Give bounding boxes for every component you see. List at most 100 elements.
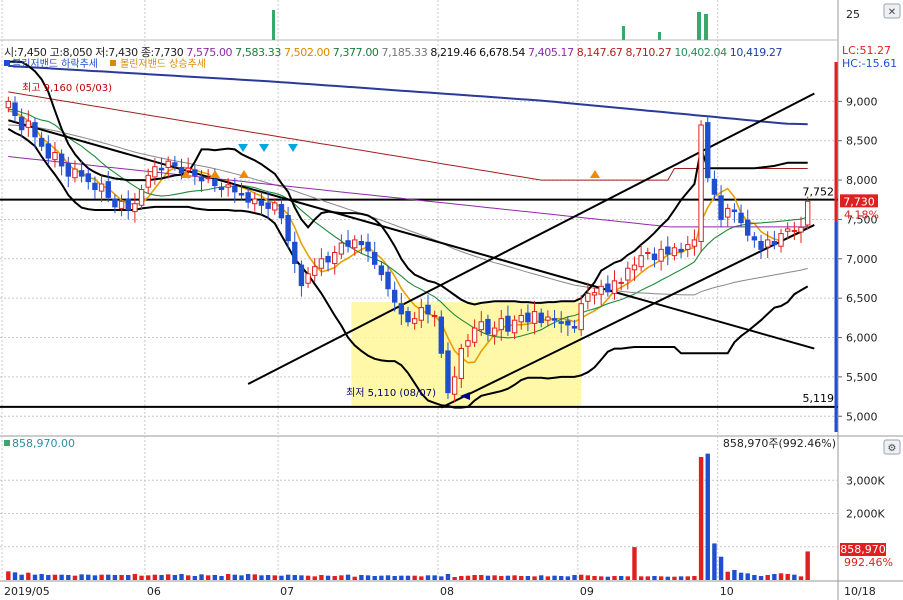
candle-body — [538, 312, 544, 324]
indicator-bar — [272, 10, 275, 40]
volume-bar — [705, 453, 710, 580]
candle-body — [485, 318, 491, 335]
volume-bar — [52, 574, 58, 580]
candle-body — [198, 176, 205, 182]
candle-body — [451, 376, 458, 395]
candle-body — [192, 169, 198, 176]
volume-bar — [572, 575, 577, 580]
volume-bar — [19, 574, 24, 580]
candle-body — [658, 248, 664, 262]
low-annotation: 최저 5,110 (08/07) — [346, 387, 436, 399]
settings-icon-glyph[interactable]: ⚙ — [888, 443, 897, 454]
ohlc-value: 8,147.67 — [576, 46, 623, 59]
volume-bar — [126, 575, 131, 580]
volume-bar — [425, 575, 431, 580]
support-label: 5,119 — [803, 392, 835, 405]
date-tick-label: 10 — [720, 585, 734, 598]
candle-body — [771, 240, 778, 246]
candle-body — [558, 321, 564, 324]
ohlc-readout: 시:7,450 고:8,050 저:7,430 종:7,730 7,575.00 7… — [4, 44, 785, 60]
date-tick-label: 10/18 — [844, 585, 876, 598]
volume-bar — [312, 576, 317, 580]
ohlc-value: 7,185.33 — [381, 46, 428, 59]
candle-body — [298, 264, 305, 287]
volume-bar — [452, 577, 457, 580]
stock-chart: 2019/05 06 07 08 09 10 10/18 5,000 5,500 6,000 6,5… — [0, 0, 903, 600]
ohlc-value: 7,405.17 — [527, 46, 574, 59]
close-icon-glyph[interactable]: ✕ — [888, 7, 896, 18]
candle-body — [45, 143, 51, 159]
volume-bar — [499, 576, 504, 580]
volume-bar — [445, 574, 451, 580]
candle-body — [145, 174, 151, 188]
price-tick-label: 5,500 — [846, 371, 878, 384]
volume-bar — [725, 571, 730, 580]
volume-tick-label: 2,000K — [846, 508, 885, 521]
volume-bar — [99, 574, 104, 580]
candle-body — [305, 273, 311, 284]
indicator-bar — [658, 32, 661, 40]
volume-bar — [12, 572, 18, 580]
candle-body — [345, 240, 351, 247]
candle-body — [245, 192, 251, 203]
candle-body — [218, 186, 225, 191]
candle-body — [391, 289, 398, 303]
volume-bar — [132, 574, 138, 580]
volume-bar — [685, 576, 690, 580]
candle-body — [32, 122, 38, 138]
candle-body — [758, 240, 764, 250]
candle-body — [38, 137, 45, 147]
volume-bar — [285, 574, 291, 580]
volume-bar — [252, 574, 257, 580]
candle-body — [85, 173, 91, 183]
price-tick-label: 6,500 — [846, 292, 878, 305]
candle-body — [725, 207, 731, 218]
volume-bar — [219, 576, 224, 580]
candle-body — [518, 314, 524, 323]
volume-bar — [778, 573, 784, 580]
candle-body — [318, 258, 325, 269]
volume-bar — [672, 576, 677, 580]
volume-bar — [26, 572, 31, 580]
volume-bar — [718, 556, 724, 580]
ohlc-value: 8,710.27 — [625, 46, 672, 59]
volume-bar — [92, 575, 98, 580]
ohlc-value: 7,575.00 — [186, 46, 233, 59]
ohlc-value: 7,377.00 — [332, 46, 379, 59]
volume-bar — [772, 574, 777, 580]
volume-bar — [292, 575, 297, 580]
candle-body — [425, 304, 431, 315]
candle-body — [125, 198, 131, 211]
volume-bar — [372, 576, 377, 580]
candle-body — [238, 192, 245, 196]
candle-body — [278, 203, 285, 219]
volume-bar — [192, 576, 198, 580]
ohlc-value: 10,419.27 — [729, 46, 783, 59]
volume-bar — [119, 575, 124, 580]
volume-bar — [485, 575, 491, 580]
volume-bar — [479, 575, 484, 580]
top-tick-label: 25 — [846, 8, 860, 21]
price-tick-label: 8,000 — [846, 174, 878, 187]
volume-bar — [798, 576, 804, 580]
volume-bar — [412, 575, 417, 580]
candle-body — [272, 202, 278, 211]
volume-bar — [405, 575, 411, 580]
candle-body — [418, 307, 425, 321]
candle-body — [132, 203, 138, 213]
volume-bar — [692, 576, 697, 580]
volume-bar — [345, 574, 351, 580]
volume-bar — [172, 575, 178, 580]
high-annotation: 최고 9,160 (05/03) — [22, 82, 112, 94]
candle-body — [365, 241, 371, 252]
volume-bar — [232, 574, 238, 580]
volume-bar — [352, 576, 357, 580]
ohlc-value: 6,678.54 — [479, 46, 525, 59]
volume-bar — [505, 575, 511, 580]
volume-bar — [6, 571, 11, 580]
date-tick-label: 2019/05 — [4, 585, 50, 598]
candle-body — [711, 178, 718, 195]
volume-bar — [179, 574, 184, 580]
price-tick-label: 9,000 — [846, 95, 878, 108]
volume-bar — [59, 574, 64, 580]
